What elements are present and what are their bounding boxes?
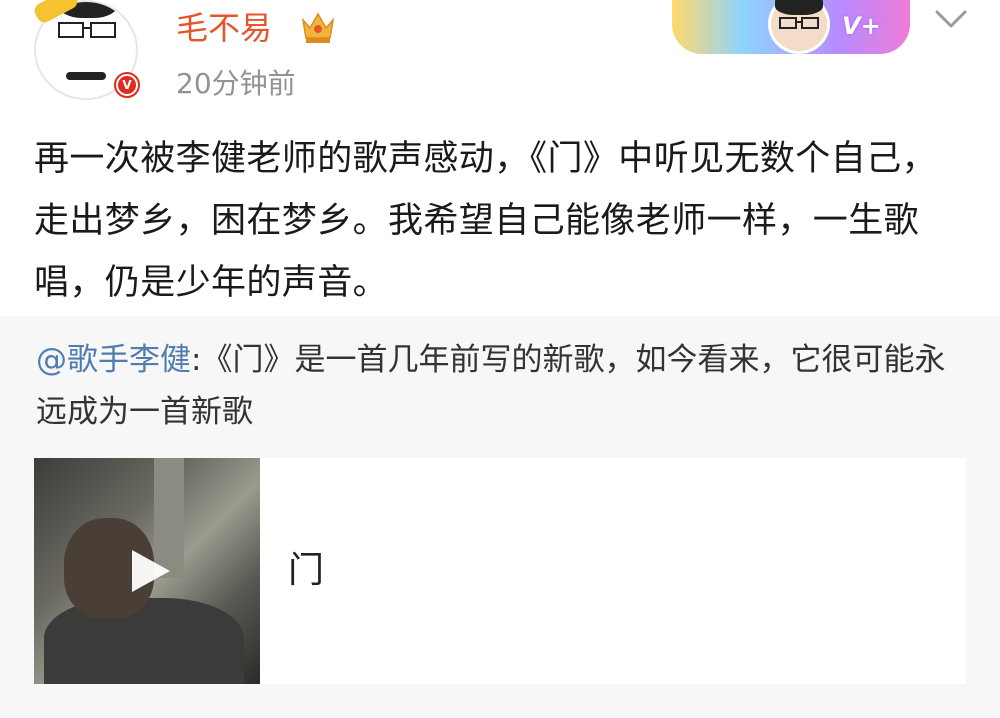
repost-text: @歌手李健:《门》是一首几年前写的新歌，如今看来，它很可能永远成为一首新歌 — [36, 334, 966, 438]
crown-icon[interactable] — [300, 10, 336, 44]
username[interactable]: 毛不易 — [176, 6, 272, 50]
avatar-mouth — [66, 72, 106, 80]
weibo-post: V 毛不易 20分钟前 V+ 再一次被李健老师的歌声感动，《门》中听见无数个自己… — [0, 0, 1000, 718]
avatar-container[interactable]: V — [30, 0, 142, 104]
post-timestamp: 20分钟前 — [176, 67, 296, 100]
avatar-glasses-icon — [58, 22, 116, 38]
repost-mention-link[interactable]: @歌手李健 — [36, 342, 191, 378]
vip-avatar — [768, 0, 830, 54]
vip-banner[interactable]: V+ — [672, 0, 910, 54]
vip-label: V+ — [842, 12, 881, 40]
chevron-down-icon[interactable] — [934, 8, 968, 30]
repost-block[interactable]: @歌手李健:《门》是一首几年前写的新歌，如今看来，它很可能永远成为一首新歌 门 — [0, 316, 1000, 718]
album-cover[interactable] — [34, 458, 260, 684]
play-icon[interactable] — [124, 546, 174, 596]
music-card[interactable]: 门 — [34, 458, 966, 684]
song-title[interactable]: 门 — [288, 548, 324, 594]
post-text: 再一次被李健老师的歌声感动，《门》中听见无数个自己，走出梦乡，困在梦乡。我希望自… — [34, 139, 937, 303]
verified-badge-icon: V — [114, 72, 140, 98]
